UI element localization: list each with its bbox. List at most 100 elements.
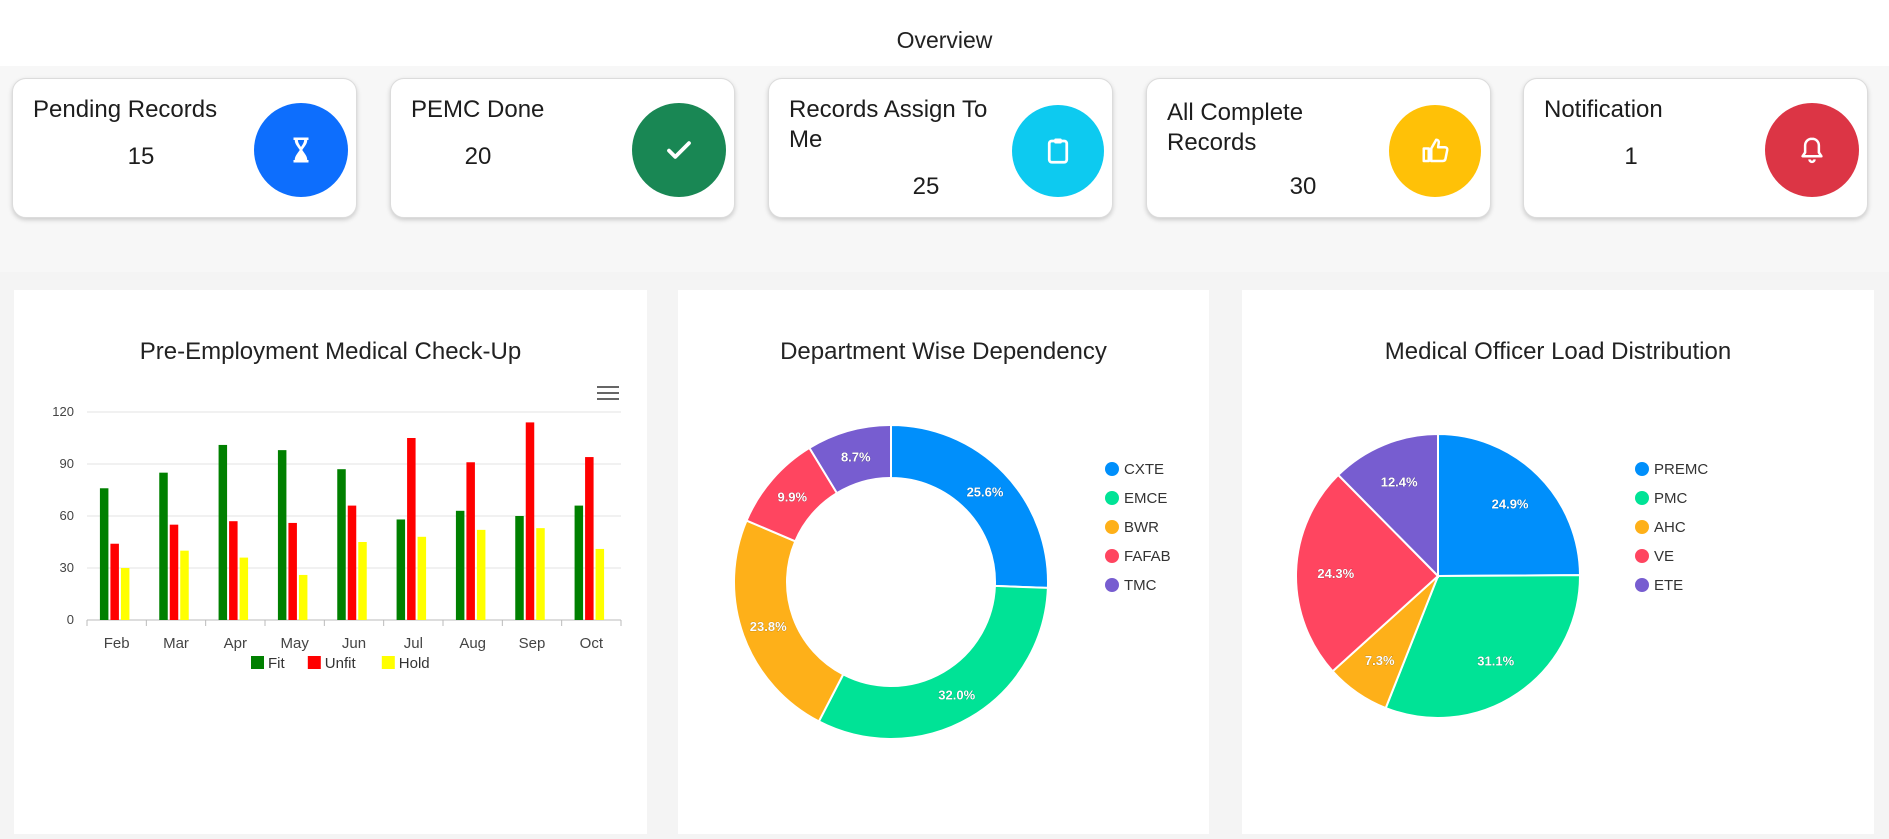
data-label: 8.7% xyxy=(841,449,871,464)
bar-fit xyxy=(277,450,287,620)
donut-chart: 25.6% 32.0% 23.8% 9.9% 8.7% CXTE EMCE BWR FAFAB T… xyxy=(733,423,1171,740)
x-tick-label: Oct xyxy=(580,635,604,652)
bar-unfit xyxy=(407,438,416,620)
bar-hold xyxy=(180,550,189,620)
slice-cxte xyxy=(890,423,1049,589)
legend-marker xyxy=(307,656,321,669)
x-tick-label: May xyxy=(280,635,309,652)
bar-fit xyxy=(455,510,465,620)
legend-marker xyxy=(1635,462,1649,476)
clipboard-icon xyxy=(1012,105,1104,197)
legend-label: PREMC xyxy=(1654,461,1708,478)
bar-unfit xyxy=(229,521,238,620)
bar-hold xyxy=(358,542,367,620)
hourglass-icon xyxy=(254,103,348,197)
legend-marker xyxy=(1105,578,1119,592)
pemc-done-card[interactable]: PEMC Done 20 xyxy=(390,78,735,218)
bar-fit xyxy=(159,472,168,620)
bar-unfit xyxy=(169,524,179,620)
legend-label: BWR xyxy=(1124,519,1159,536)
legend-label: AHC xyxy=(1654,519,1686,536)
x-tick-label: Jun xyxy=(342,635,366,652)
all-complete-records-card[interactable]: All Complete Records 30 xyxy=(1146,78,1491,218)
x-tick-label: Feb xyxy=(104,635,130,652)
data-label: 24.9% xyxy=(1492,496,1529,511)
x-tick-label: Sep xyxy=(519,635,546,652)
card-title: Records Assign To Me xyxy=(789,96,988,153)
legend-marker xyxy=(381,656,395,669)
legend-marker xyxy=(1635,491,1649,505)
data-label: 32.0% xyxy=(938,688,975,703)
bar-fit xyxy=(99,488,109,620)
legend-label: VE xyxy=(1654,548,1674,565)
legend-label: Hold xyxy=(399,655,430,672)
card-title: Notification xyxy=(1544,96,1663,123)
legend-marker xyxy=(1105,462,1119,476)
bar-hold xyxy=(536,528,545,620)
medical-officer-chart-panel: Medical Officer Load Distribution 24.9% 3… xyxy=(1242,290,1874,834)
y-tick-label: 0 xyxy=(67,612,74,627)
legend-label: ETE xyxy=(1654,577,1683,594)
legend-marker xyxy=(1105,491,1119,505)
legend-label: TMC xyxy=(1124,577,1157,594)
pemc-chart-panel: Pre-Employment Medical Check-Up 0 30 60 90 1… xyxy=(14,290,647,834)
legend-marker xyxy=(1105,520,1119,534)
card-title: PEMC Done xyxy=(411,96,545,123)
y-tick-label: 90 xyxy=(60,456,74,471)
bar-unfit xyxy=(585,457,594,620)
legend-label: FAFAB xyxy=(1124,548,1171,565)
legend-label: EMCE xyxy=(1124,490,1167,507)
y-tick-label: 120 xyxy=(52,404,74,419)
legend-label: CXTE xyxy=(1124,461,1164,478)
x-tick-label: Mar xyxy=(163,635,189,652)
x-tick-label: Jul xyxy=(404,635,423,652)
bar-hold xyxy=(595,548,605,620)
card-value: 20 xyxy=(464,143,492,170)
check-icon xyxy=(632,103,726,197)
pending-records-card[interactable]: Pending Records 15 xyxy=(12,78,357,218)
data-label: 7.3% xyxy=(1365,653,1395,668)
card-title: Pending Records xyxy=(33,96,218,123)
bar-hold xyxy=(476,529,486,620)
bar-hold xyxy=(298,574,308,620)
records-assign-card[interactable]: Records Assign To Me 25 xyxy=(768,78,1113,218)
card-value: 25 xyxy=(912,173,940,200)
slice-emce xyxy=(817,584,1049,740)
legend-marker xyxy=(251,656,264,669)
card-title: All Complete Records xyxy=(1167,99,1304,156)
bar-fit xyxy=(574,505,584,620)
bar-unfit xyxy=(110,543,119,620)
bar-fit xyxy=(515,516,524,620)
bar-hold xyxy=(417,536,427,620)
legend-marker xyxy=(1635,578,1649,592)
data-label: 12.4% xyxy=(1381,474,1418,489)
data-label: 9.9% xyxy=(777,490,807,505)
bar-chart: 0 30 60 90 120 Feb Mar Apr May Jun Jul Aug Sep Oct Fit… xyxy=(52,404,622,672)
card-value: 1 xyxy=(1624,143,1638,170)
legend-marker xyxy=(1105,549,1119,563)
y-tick-label: 60 xyxy=(60,508,74,523)
legend-label: Unfit xyxy=(325,655,357,672)
bar-hold xyxy=(239,557,249,620)
summary-cards: Pending Records 15 PEMC Done 20 Records … xyxy=(0,66,1889,272)
bar-unfit xyxy=(288,522,297,620)
data-label: 31.1% xyxy=(1477,653,1514,668)
bar-unfit xyxy=(525,422,535,620)
data-label: 23.8% xyxy=(750,619,787,634)
bar-fit xyxy=(396,519,406,620)
bar-unfit xyxy=(347,505,357,620)
legend-marker xyxy=(1635,520,1649,534)
y-tick-label: 30 xyxy=(60,560,74,575)
bar-unfit xyxy=(466,462,475,620)
data-label: 25.6% xyxy=(967,484,1004,499)
data-label: 24.3% xyxy=(1317,566,1354,581)
legend-label: PMC xyxy=(1654,490,1688,507)
department-chart-panel: Department Wise Dependency 25.6% 32.0% 23.… xyxy=(678,290,1209,834)
legend-label: Fit xyxy=(268,655,285,672)
bar-fit xyxy=(337,469,346,620)
bell-icon xyxy=(1765,103,1859,197)
bar-hold xyxy=(120,568,130,620)
x-tick-label: Aug xyxy=(459,635,486,652)
bar-fit xyxy=(218,444,228,620)
notification-card[interactable]: Notification 1 xyxy=(1523,78,1868,218)
